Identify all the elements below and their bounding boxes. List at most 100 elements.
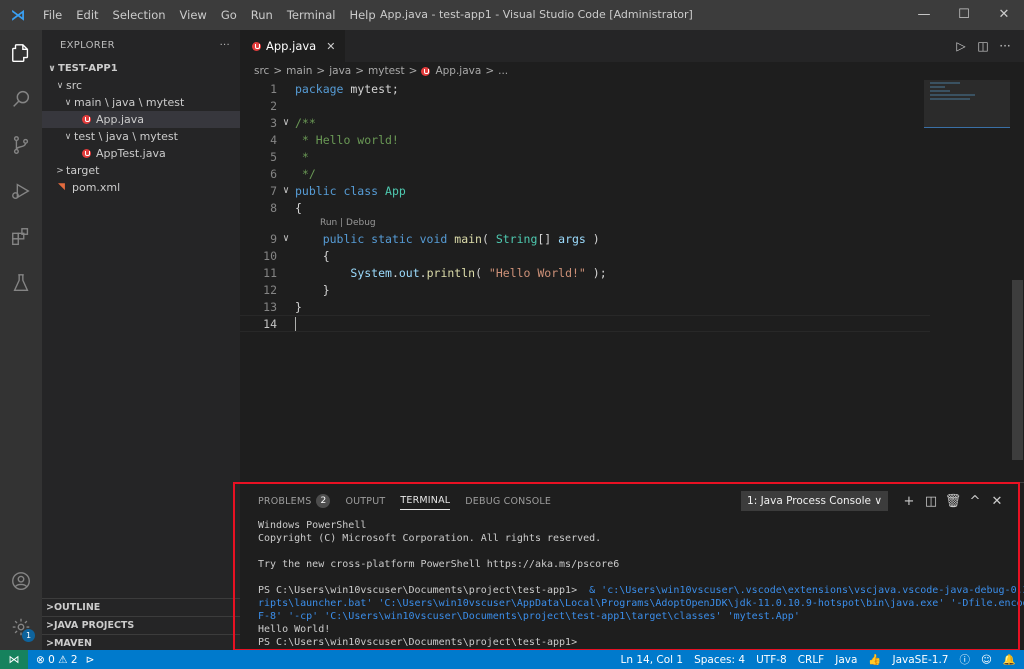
source-control-icon[interactable] xyxy=(0,122,42,168)
tree-item-app-java[interactable]: App.java xyxy=(42,111,240,128)
editor-scrollbar[interactable] xyxy=(1010,80,1024,480)
code-line[interactable]: 3∨/** xyxy=(240,114,930,131)
trash-icon[interactable]: 🗑 xyxy=(942,494,964,509)
thumbs-icon[interactable]: 👍 xyxy=(868,653,881,666)
tree-label: App.java xyxy=(96,113,144,126)
code-line[interactable]: 5 * xyxy=(240,148,930,165)
tree-item-src[interactable]: ∨ src xyxy=(42,77,240,94)
explorer-more-button[interactable]: ··· xyxy=(220,40,230,51)
tab-app-java[interactable]: App.java ✕ xyxy=(240,30,345,62)
feedback-icon[interactable]: ☺ xyxy=(981,654,992,666)
scrollbar-thumb[interactable] xyxy=(1012,280,1023,460)
split-editor-icon[interactable]: ◫ xyxy=(972,39,994,53)
code-line[interactable]: 6 */ xyxy=(240,165,930,182)
accounts-icon[interactable] xyxy=(0,558,42,604)
code-line[interactable]: 9∨ public static void main( String[] arg… xyxy=(240,230,930,247)
section-java-projects[interactable]: > JAVA PROJECTS xyxy=(42,616,240,634)
status-cursor-position[interactable]: Ln 14, Col 1 xyxy=(620,654,683,666)
project-root[interactable]: ∨ TEST-APP1 xyxy=(42,60,240,77)
close-window-button[interactable]: ✕ xyxy=(984,0,1024,30)
breadcrumb-item[interactable]: java xyxy=(329,65,351,77)
status-jdk[interactable]: JavaSE-1.7 xyxy=(893,654,949,666)
activity-bar: 1 xyxy=(0,30,42,650)
menu-selection[interactable]: Selection xyxy=(106,0,173,30)
manage-gear-icon[interactable]: 1 xyxy=(0,604,42,650)
run-icon[interactable]: ▷ xyxy=(950,39,972,53)
minimap-slider[interactable] xyxy=(924,80,1010,128)
tree-item-target[interactable]: > target xyxy=(42,162,240,179)
close-panel-icon[interactable]: ✕ xyxy=(986,494,1008,509)
tab-terminal[interactable]: TERMINAL xyxy=(400,492,450,510)
section-outline[interactable]: > OUTLINE xyxy=(42,598,240,616)
line-number: 11 xyxy=(240,266,277,280)
code-line[interactable]: 7∨public class App xyxy=(240,182,930,199)
maximize-button[interactable]: ☐ xyxy=(944,0,984,30)
code-token: } xyxy=(295,300,302,314)
breadcrumb-item[interactable]: mytest xyxy=(368,65,405,77)
code-line[interactable]: 14 xyxy=(240,315,930,332)
tree-item-main[interactable]: ∨ main \ java \ mytest xyxy=(42,94,240,111)
info-icon[interactable]: ⓘ xyxy=(959,652,970,667)
maximize-panel-icon[interactable]: ^ xyxy=(964,494,986,509)
more-actions-icon[interactable]: ··· xyxy=(994,39,1016,53)
search-icon[interactable] xyxy=(0,76,42,122)
menu-file[interactable]: File xyxy=(36,0,69,30)
fold-chevron-icon[interactable]: ∨ xyxy=(277,117,295,128)
code-line[interactable]: 10 { xyxy=(240,247,930,264)
menu-go[interactable]: Go xyxy=(214,0,244,30)
terminal-select[interactable]: 1: Java Process Console ∨ xyxy=(741,491,888,511)
tree-item-apptest-java[interactable]: AppTest.java xyxy=(42,145,240,162)
breadcrumb-item[interactable]: src xyxy=(254,65,269,77)
codelens-run-debug[interactable]: Run | Debug xyxy=(240,216,930,230)
code-line[interactable]: 8{ xyxy=(240,199,930,216)
explorer-title: EXPLORER xyxy=(60,40,115,51)
fold-chevron-icon[interactable]: ∨ xyxy=(277,185,295,196)
code-token: [] xyxy=(537,232,558,246)
breadcrumb-item[interactable]: main xyxy=(286,65,312,77)
line-number: 6 xyxy=(240,167,277,181)
code-token: args xyxy=(558,232,586,246)
menu-run[interactable]: Run xyxy=(244,0,280,30)
explorer-icon[interactable] xyxy=(0,30,42,76)
run-debug-status-icon[interactable]: ⊳ xyxy=(86,654,95,666)
tree-item-pom[interactable]: ◥ pom.xml xyxy=(42,179,240,196)
code-editor[interactable]: 1package mytest;23∨/**4 * Hello world!5 … xyxy=(240,80,930,332)
code-line[interactable]: 13} xyxy=(240,298,930,315)
menu-help[interactable]: Help xyxy=(342,0,382,30)
bell-icon[interactable]: 🔔 xyxy=(1003,653,1016,666)
breadcrumb-item[interactable]: App.java xyxy=(435,65,481,77)
menu-view[interactable]: View xyxy=(173,0,214,30)
extensions-icon[interactable] xyxy=(0,214,42,260)
terminal-output[interactable]: Windows PowerShellCopyright (C) Microsof… xyxy=(240,519,1024,649)
new-terminal-icon[interactable]: + xyxy=(898,494,920,509)
chevron-down-icon: ∨ xyxy=(46,64,58,74)
run-debug-icon[interactable] xyxy=(0,168,42,214)
minimize-button[interactable]: — xyxy=(904,0,944,30)
remote-icon[interactable]: ⋈ xyxy=(0,650,28,669)
code-token: * xyxy=(295,150,309,164)
status-language[interactable]: Java xyxy=(835,654,857,666)
code-line[interactable]: 2 xyxy=(240,97,930,114)
status-indentation[interactable]: Spaces: 4 xyxy=(694,654,745,666)
tab-output[interactable]: OUTPUT xyxy=(345,493,385,510)
menu-terminal[interactable]: Terminal xyxy=(280,0,343,30)
text-cursor xyxy=(295,317,296,331)
close-tab-icon[interactable]: ✕ xyxy=(326,40,335,53)
status-problems[interactable]: ⊗ 0 ⚠ 2 xyxy=(36,654,78,666)
tab-problems[interactable]: PROBLEMS 2 xyxy=(258,491,330,511)
testing-icon[interactable] xyxy=(0,260,42,306)
split-terminal-icon[interactable]: ◫ xyxy=(920,494,942,509)
code-line[interactable]: 11 System.out.println( "Hello World!" ); xyxy=(240,264,930,281)
code-line[interactable]: 1package mytest; xyxy=(240,80,930,97)
line-number: 12 xyxy=(240,283,277,297)
status-encoding[interactable]: UTF-8 xyxy=(756,654,787,666)
tree-item-test[interactable]: ∨ test \ java \ mytest xyxy=(42,128,240,145)
status-eol[interactable]: CRLF xyxy=(798,654,825,666)
menu-edit[interactable]: Edit xyxy=(69,0,105,30)
code-line[interactable]: 12 } xyxy=(240,281,930,298)
code-line[interactable]: 4 * Hello world! xyxy=(240,131,930,148)
breadcrumb-item[interactable]: ... xyxy=(498,65,508,77)
tab-debug-console[interactable]: DEBUG CONSOLE xyxy=(465,493,551,510)
menu-bar: File Edit Selection View Go Run Terminal… xyxy=(36,0,383,30)
fold-chevron-icon[interactable]: ∨ xyxy=(277,233,295,244)
